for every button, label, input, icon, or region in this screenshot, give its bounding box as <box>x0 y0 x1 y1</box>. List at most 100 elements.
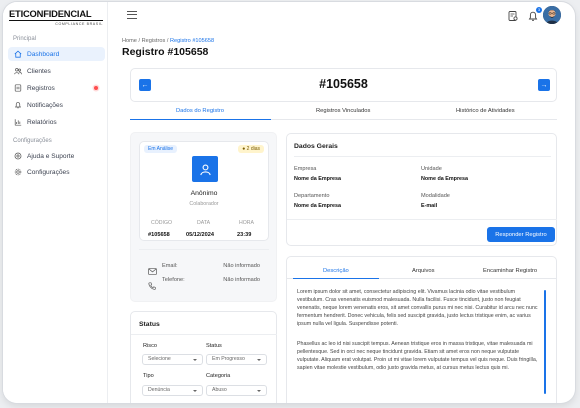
sidebar-item-dashboard[interactable]: Dashboard <box>8 47 105 61</box>
next-record-button[interactable]: → <box>538 79 550 91</box>
risco-select[interactable]: Selecione <box>142 354 203 365</box>
modalidade-label: Modalidade <box>421 193 450 199</box>
breadcrumb-current: Registro #105658 <box>169 38 215 44</box>
users-icon <box>13 67 22 76</box>
tab-dados-do-registro[interactable]: Dados do Registro <box>176 108 224 114</box>
sidebar-item-registros[interactable]: Registros <box>8 81 105 95</box>
help-icon <box>13 152 22 161</box>
tab-historico[interactable]: Histórico de Atividades <box>456 108 515 114</box>
sidebar-item-ajuda[interactable]: Ajuda e Suporte <box>8 149 105 163</box>
user-icon <box>192 156 218 182</box>
record-tabs: Dados do Registro Registros Vinculados H… <box>130 104 557 120</box>
detail-card: Descrição Arquivos Encaminhar Registro L… <box>286 256 557 403</box>
person-role: Colaborador <box>189 201 219 207</box>
chart-icon <box>13 118 22 127</box>
unidade-label: Unidade <box>421 166 442 172</box>
sidebar-item-label: Configurações <box>27 168 70 176</box>
categoria-select[interactable]: Abuso <box>206 385 267 396</box>
empresa-value: Nome da Empresa <box>294 176 342 182</box>
sidebar-section-config: Configurações <box>13 138 52 144</box>
tab-descricao[interactable]: Descrição <box>323 268 349 274</box>
status-badge: Em Análise <box>144 145 178 153</box>
categoria-label: Categoria <box>206 373 231 379</box>
sidebar-item-label: Dashboard <box>27 50 60 58</box>
departamento-value: Nome da Empresa <box>294 203 342 209</box>
sidebar-item-configuracoes[interactable]: Configurações <box>8 165 105 179</box>
phone-icon <box>148 277 156 295</box>
sidebar-item-label: Relatórios <box>27 118 57 126</box>
tab-arquivos[interactable]: Arquivos <box>412 268 435 274</box>
date-label: DATA <box>197 220 211 226</box>
phone-label: Telefone: <box>162 277 185 283</box>
sidebar-item-relatorios[interactable]: Relatórios <box>8 115 105 129</box>
status-title: Status <box>139 321 160 328</box>
menu-icon[interactable] <box>127 11 137 19</box>
sidebar-item-clientes[interactable]: Clientes <box>8 64 105 78</box>
record-navigator: ← #105658 → <box>130 68 557 102</box>
active-tab-indicator <box>130 118 271 120</box>
tab-encaminhar[interactable]: Encaminhar Registro <box>483 268 537 274</box>
time-label: HORA <box>239 220 254 226</box>
logo-tagline: COMPLIANCE BRASIL <box>55 22 103 26</box>
record-date: 05/12/2024 <box>186 232 214 238</box>
status-select[interactable]: Em Progresso <box>206 354 267 365</box>
age-badge-label: 2 dias <box>246 146 260 152</box>
document-search-icon[interactable] <box>507 9 519 21</box>
detail-tabs: Descrição Arquivos Encaminhar Registro <box>287 257 557 279</box>
breadcrumb-separator: / <box>138 38 141 44</box>
file-icon <box>13 84 22 93</box>
general-data-title: Dados Gerais <box>294 143 338 150</box>
notification-bell-button[interactable]: 3 <box>527 7 542 21</box>
breadcrumb-separator: / <box>166 38 169 44</box>
sidebar-item-notificacoes[interactable]: Notificações <box>8 98 105 112</box>
breadcrumb-registros[interactable]: Registros <box>142 38 166 44</box>
divider <box>131 334 277 335</box>
sidebar-item-label: Registros <box>27 84 55 92</box>
divider <box>287 219 557 220</box>
tab-registros-vinculados[interactable]: Registros Vinculados <box>316 108 370 114</box>
active-tab-indicator <box>293 277 379 279</box>
person-name: Anônimo <box>190 190 218 197</box>
gear-icon <box>13 168 22 177</box>
sidebar-item-label: Clientes <box>27 67 51 75</box>
general-data-card: Dados Gerais Empresa Unidade Nome da Emp… <box>286 133 557 246</box>
empresa-label: Empresa <box>294 166 317 172</box>
record-id: #105658 <box>319 77 368 91</box>
status-card: Status Risco Status Selecione Em Progres… <box>130 311 277 403</box>
age-badge: ● 2 dias <box>238 145 264 153</box>
breadcrumb-home[interactable]: Home <box>122 38 137 44</box>
topbar: 3 <box>109 2 575 30</box>
departamento-label: Departamento <box>294 193 330 199</box>
sidebar-item-label: Ajuda e Suporte <box>27 152 75 160</box>
email-label: Email: <box>162 263 178 269</box>
bell-icon <box>13 101 22 110</box>
breadcrumb: Home / Registros / Registro #105658 <box>122 38 214 44</box>
sidebar-section-main: Principal <box>13 36 37 42</box>
person-card: Em Análise ● 2 dias Anônimo Colaborador <box>139 141 269 241</box>
sidebar-item-label: Notificações <box>27 101 63 109</box>
unidade-value: Nome da Empresa <box>421 176 469 182</box>
home-icon <box>13 50 22 59</box>
email-value: Não informado <box>223 263 260 269</box>
tipo-select[interactable]: Denúncia <box>142 385 203 396</box>
description-paragraph-2: Phasellus ac leo id nisi suscipit tempus… <box>297 341 538 371</box>
avatar[interactable] <box>543 6 561 24</box>
modalidade-value: E-mail <box>421 203 438 209</box>
divider <box>139 249 269 250</box>
page-title: Registro #105658 <box>122 46 209 58</box>
logo[interactable]: ETICONFIDENCIAL COMPLIANCE BRASIL <box>9 8 105 26</box>
phone-value: Não informado <box>223 277 260 283</box>
record-time: 23:39 <box>237 232 252 238</box>
respond-record-button[interactable]: Responder Registro <box>487 227 555 242</box>
logo-divider <box>9 20 103 21</box>
risco-label: Risco <box>143 343 157 349</box>
description-scrollbar[interactable] <box>544 290 546 394</box>
code-label: CÓDIGO <box>151 220 173 226</box>
alert-dot <box>94 86 98 90</box>
tipo-label: Tipo <box>143 373 154 379</box>
status-label: Status <box>206 343 222 349</box>
divider <box>294 156 551 157</box>
app-window: ETICONFIDENCIAL COMPLIANCE BRASIL Princi… <box>3 2 575 403</box>
sidebar: ETICONFIDENCIAL COMPLIANCE BRASIL Princi… <box>3 2 108 403</box>
notification-count-badge: 3 <box>536 7 542 13</box>
